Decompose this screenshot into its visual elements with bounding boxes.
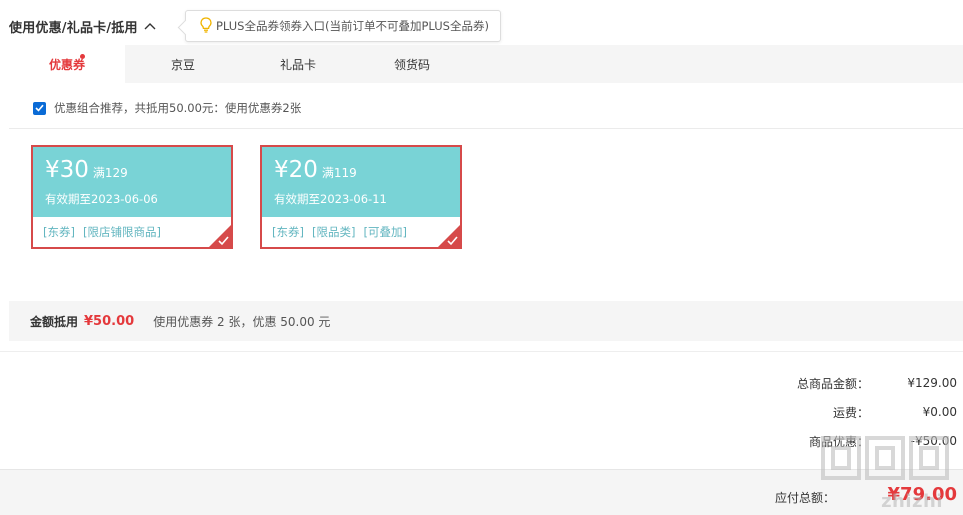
summary-amount: ¥50.00	[84, 313, 135, 329]
discount-summary-bar: 金额抵用 ¥50.00 使用优惠券 2 张，优惠 50.00 元	[9, 301, 963, 341]
coupon-amount: ¥20 满119	[274, 156, 357, 187]
coupon-tag: [东券]	[43, 225, 75, 239]
summary-label: 金额抵用	[30, 314, 79, 329]
coupon-value: ¥20	[274, 157, 318, 183]
coupon-card[interactable]: ¥30 满129 有效期至2023-06-06 [东券] [限店铺限商品]	[31, 145, 233, 249]
total-goods-value: ¥129.00	[907, 376, 957, 390]
tip-text: PLUS全品券领券入口(当前订单不可叠加PLUS全品券)	[216, 19, 489, 33]
tab-jingdou[interactable]: 京豆	[125, 45, 241, 83]
combo-text: 优惠组合推荐，共抵用50.00元：使用优惠券2张	[54, 101, 302, 115]
coupon-condition: 满129	[92, 166, 128, 180]
tab-coupons[interactable]: 优惠券	[9, 45, 125, 83]
coupon-face: ¥30 满129 有效期至2023-06-06	[33, 147, 231, 217]
coupon-tags: [东券] [限店铺限商品]	[43, 224, 169, 240]
coupon-condition: 满119	[321, 166, 357, 180]
selected-check-icon	[438, 225, 460, 247]
total-goods-row: 总商品金额： ¥129.00	[769, 374, 957, 392]
section-title: 使用优惠/礼品卡/抵用	[9, 20, 138, 36]
coupon-tag: [东券]	[272, 225, 304, 239]
shipping-label: 运费：	[832, 405, 869, 420]
discount-section-header: 使用优惠/礼品卡/抵用	[9, 10, 157, 42]
tab-label: 礼品卡	[279, 57, 316, 72]
total-goods-label: 总商品金额：	[796, 376, 869, 391]
coupon-tags: [东券] [限品类] [可叠加]	[272, 224, 415, 240]
tab-bar: 优惠券 京豆 礼品卡 领货码	[9, 45, 963, 83]
combo-checkbox[interactable]	[33, 101, 46, 115]
divider	[0, 351, 963, 352]
plus-coupon-tip[interactable]: PLUS全品券领券入口(当前订单不可叠加PLUS全品券)	[185, 10, 501, 42]
coupon-tag: [限店铺限商品]	[82, 225, 161, 239]
coupon-validity: 有效期至2023-06-11	[274, 192, 387, 206]
tab-label: 京豆	[170, 57, 195, 72]
summary-description: 使用优惠券 2 张，优惠 50.00 元	[153, 314, 331, 329]
coupon-face: ¥20 满119 有效期至2023-06-11	[262, 147, 460, 217]
tab-gift-card[interactable]: 礼品卡	[240, 45, 356, 83]
combo-recommendation: 优惠组合推荐，共抵用50.00元：使用优惠券2张	[33, 100, 301, 116]
divider	[9, 128, 963, 129]
discount-panel: 优惠券 京豆 礼品卡 领货码 优惠组合推荐，共抵用50.00元：使用优惠券2张 …	[9, 45, 963, 341]
selected-check-icon	[209, 225, 231, 247]
shipping-value: ¥0.00	[922, 405, 957, 419]
watermark-logo	[821, 436, 949, 480]
coupon-amount: ¥30 满129	[45, 156, 128, 187]
watermark-text: zhizhi	[881, 491, 943, 512]
coupon-value: ¥30	[45, 157, 89, 183]
shipping-row: 运费： ¥0.00	[769, 403, 957, 421]
coupon-tag: [可叠加]	[363, 225, 407, 239]
coupon-validity: 有效期至2023-06-06	[45, 192, 158, 206]
coupon-card[interactable]: ¥20 满119 有效期至2023-06-11 [东券] [限品类] [可叠加]	[260, 145, 462, 249]
lightbulb-icon	[200, 16, 212, 36]
chevron-up-icon[interactable]	[143, 19, 157, 33]
new-dot-badge	[80, 54, 85, 59]
coupon-tag: [限品类]	[311, 225, 356, 239]
tab-label: 领货码	[393, 57, 430, 72]
tab-redeem-code[interactable]: 领货码	[354, 45, 470, 83]
site-watermark: zhizhi	[807, 430, 957, 512]
